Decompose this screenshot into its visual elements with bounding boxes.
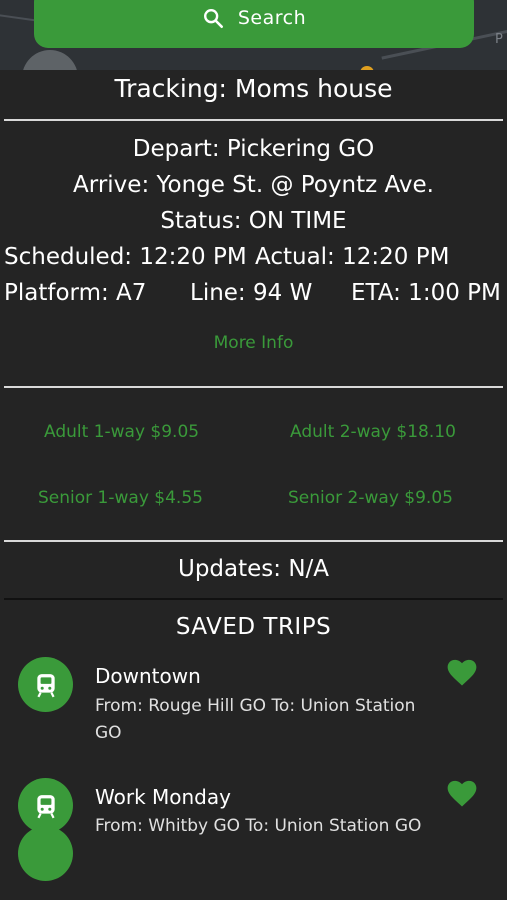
- divider: [4, 540, 503, 542]
- line-text: Line: 94 W: [190, 280, 313, 306]
- more-info-link[interactable]: More Info: [0, 333, 507, 353]
- platform-text: Platform: A7: [4, 280, 147, 306]
- search-button-label: Search: [237, 7, 307, 29]
- fare-adult-two-way[interactable]: Adult 2-way $18.10: [290, 422, 456, 442]
- favorite-heart-icon[interactable]: [447, 780, 477, 808]
- trip-name: Work Monday: [95, 785, 231, 809]
- eta-text: ETA: 1:00 PM: [351, 280, 501, 306]
- updates-text: Updates: N/A: [177, 556, 330, 582]
- tracking-title: Tracking: Moms house: [114, 74, 393, 103]
- train-icon: [18, 778, 73, 833]
- depart-text: Depart: Pickering GO: [132, 136, 375, 162]
- train-icon: [18, 657, 73, 712]
- train-icon[interactable]: [18, 826, 73, 881]
- status-text: Status: ON TIME: [160, 208, 347, 234]
- trip-name: Downtown: [95, 664, 201, 688]
- divider: [4, 598, 503, 600]
- divider: [4, 119, 503, 121]
- search-icon: [203, 9, 223, 28]
- arrive-text: Arrive: Yonge St. @ Poyntz Ave.: [73, 172, 434, 198]
- fare-adult-one-way[interactable]: Adult 1-way $9.05: [44, 422, 199, 442]
- fare-senior-two-way[interactable]: Senior 2-way $9.05: [288, 488, 453, 508]
- divider: [4, 386, 503, 388]
- map-view[interactable]: P Search: [0, 0, 507, 70]
- map-label: P: [495, 32, 503, 47]
- map-location-marker[interactable]: [22, 50, 78, 70]
- trip-route: From: Whitby GO To: Union Station GO: [95, 816, 422, 836]
- tracking-panel: Tracking: Moms house Depart: Pickering G…: [0, 70, 507, 900]
- saved-trips-title: SAVED TRIPS: [175, 614, 332, 640]
- actual-time: Actual: 12:20 PM: [255, 244, 450, 270]
- favorite-heart-icon[interactable]: [447, 659, 477, 687]
- fare-senior-one-way[interactable]: Senior 1-way $4.55: [38, 488, 203, 508]
- scheduled-time: Scheduled: 12:20 PM: [4, 244, 247, 270]
- trip-route: From: Rouge Hill GO To: Union Station GO: [95, 696, 416, 743]
- search-button[interactable]: Search: [34, 0, 474, 48]
